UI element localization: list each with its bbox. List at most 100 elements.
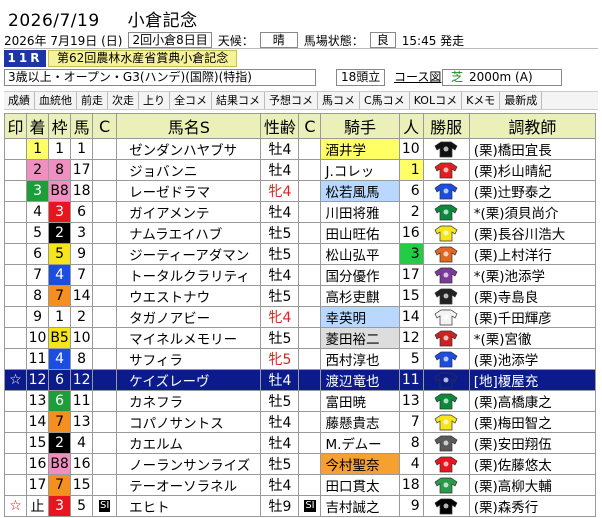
table-row[interactable]: 10 B5 10 マイネルメモリー 牡5 菱田裕二 12 *(栗)宮徹 <box>3 327 597 349</box>
trainer-name[interactable]: (栗)高橋康之 <box>468 390 597 412</box>
table-row[interactable]: 2 8 17 ジョバンニ 牡4 J.コレッ 1 (栗)杉山晴紀 <box>3 159 597 181</box>
table-row[interactable]: 17 7 15 テーオーソラネル 牡4 田口貫太 18 (栗)高柳大輔 <box>3 474 597 496</box>
jockey-name[interactable]: 松山弘平 <box>320 243 400 265</box>
tab-12[interactable]: 最新成 <box>500 92 543 109</box>
trainer-name[interactable]: (栗)佐藤悠太 <box>468 453 597 475</box>
trainer-name[interactable]: *(栗)宮徹 <box>468 327 597 349</box>
table-row[interactable]: 13 6 11 カネフラ 牡5 富田暁 13 (栗)高橋康之 <box>3 390 597 412</box>
jockey-name[interactable]: 松若風馬 <box>320 180 400 202</box>
tab-10[interactable]: KOLコメ <box>410 92 463 109</box>
col-mark[interactable]: 印 <box>3 113 28 139</box>
table-row[interactable]: 3 B8 18 レーゼドラマ 牝4 松若風馬 6 (栗)辻野泰之 <box>3 180 597 202</box>
jockey-name[interactable]: 国分優作 <box>320 264 400 286</box>
trainer-name[interactable]: (栗)杉山晴紀 <box>468 159 597 181</box>
horse-name[interactable]: コパノサントス <box>116 411 262 433</box>
jockey-name[interactable]: 菱田裕二 <box>320 327 400 349</box>
col-jockey[interactable]: 騎手 <box>320 113 400 139</box>
table-row[interactable]: 7 4 7 トータルクラリティ 牡4 国分優作 17 *(栗)池添学 <box>3 264 597 286</box>
horse-name[interactable]: ジーティーアダマン <box>116 243 262 265</box>
horse-name[interactable]: カネフラ <box>116 390 262 412</box>
jockey-name[interactable]: 吉村誠之 <box>320 495 400 517</box>
course-map-link[interactable]: コース図 <box>394 69 441 86</box>
col-finish[interactable]: 着 <box>26 113 50 139</box>
tab-1[interactable]: 血統他 <box>35 92 77 109</box>
tab-2[interactable]: 前走 <box>77 92 108 109</box>
table-row[interactable]: 14 7 13 コパノサントス 牡4 藤懸貴志 7 (栗)梅田智之 <box>3 411 597 433</box>
horse-name[interactable]: ウエストナウ <box>116 285 262 307</box>
horse-name[interactable]: サフィラ <box>116 348 262 370</box>
trainer-name[interactable]: (栗)千田輝彦 <box>468 306 597 328</box>
col-c1[interactable]: C <box>92 113 118 139</box>
tab-11[interactable]: Kメモ <box>462 92 501 109</box>
horse-name[interactable]: レーゼドラマ <box>116 180 262 202</box>
table-row[interactable]: 8 7 14 ウエストナウ 牡5 高杉吏麒 15 (栗)寺島良 <box>3 285 597 307</box>
horse-name[interactable]: エヒト <box>116 495 262 517</box>
col-sexage[interactable]: 性齢 <box>260 113 300 139</box>
horse-name[interactable]: ゼンダンハヤブサ <box>116 138 262 160</box>
col-horse[interactable]: 馬名S <box>116 113 262 139</box>
table-row[interactable]: 15 2 4 カエルム 牡4 M.デムー 8 (栗)安田翔伍 <box>3 432 597 454</box>
jockey-name[interactable]: 田山旺佑 <box>320 222 400 244</box>
trainer-name[interactable]: (栗)長谷川浩大 <box>468 222 597 244</box>
trainer-name[interactable]: *(栗)須貝尚介 <box>468 201 597 223</box>
trainer-name[interactable]: (栗)辻野泰之 <box>468 180 597 202</box>
jockey-name[interactable]: M.デムー <box>320 432 400 454</box>
table-row[interactable]: 5 2 3 ナムラエイハブ 牡5 田山旺佑 16 (栗)長谷川浩大 <box>3 222 597 244</box>
trainer-name[interactable]: (栗)森秀行 <box>468 495 597 517</box>
tab-0[interactable]: 成績 <box>4 92 35 109</box>
jockey-name[interactable]: 酒井学 <box>320 138 400 160</box>
table-row[interactable]: 1 1 1 ゼンダンハヤブサ 牡4 酒井学 10 (栗)橋田宜長 <box>3 138 597 160</box>
jockey-name[interactable]: 川田将雅 <box>320 201 400 223</box>
trainer-name[interactable]: (栗)梅田智之 <box>468 411 597 433</box>
trainer-name[interactable]: (栗)安田翔伍 <box>468 432 597 454</box>
jockey-name[interactable]: 富田暁 <box>320 390 400 412</box>
horse-name[interactable]: トータルクラリティ <box>116 264 262 286</box>
horse-name[interactable]: ナムラエイハブ <box>116 222 262 244</box>
table-row[interactable]: 16 B8 16 ノーランサンライズ 牡5 今村聖奈 4 (栗)佐藤悠太 <box>3 453 597 475</box>
table-row[interactable]: 9 1 2 タガノアビー 牝4 幸英明 14 (栗)千田輝彦 <box>3 306 597 328</box>
col-silks[interactable]: 勝服 <box>422 113 470 139</box>
col-waku[interactable]: 枠 <box>48 113 72 139</box>
trainer-name[interactable]: (栗)寺島良 <box>468 285 597 307</box>
jockey-name[interactable]: 田口貫太 <box>320 474 400 496</box>
trainer-name[interactable]: [地]榎屋充 <box>468 369 597 391</box>
jockey-name[interactable]: J.コレッ <box>320 159 400 181</box>
tab-3[interactable]: 次走 <box>108 92 139 109</box>
tab-6[interactable]: 結果コメ <box>212 92 265 109</box>
jockey-name[interactable]: 高杉吏麒 <box>320 285 400 307</box>
horse-name[interactable]: ガイアメンテ <box>116 201 262 223</box>
tab-5[interactable]: 全コメ <box>170 92 212 109</box>
jockey-name[interactable]: 西村淳也 <box>320 348 400 370</box>
trainer-name[interactable]: (栗)池添学 <box>468 348 597 370</box>
horse-name[interactable]: カエルム <box>116 432 262 454</box>
table-row[interactable]: ☆ 止 3 5 SI エヒト 牡9 SI 吉村誠之 9 (栗)森秀行 <box>3 495 597 517</box>
horse-name[interactable]: ジョバンニ <box>116 159 262 181</box>
tab-4[interactable]: 上り <box>139 92 170 109</box>
col-trainer[interactable]: 調教師 <box>468 113 597 139</box>
col-c2[interactable]: C <box>298 113 322 139</box>
horse-name[interactable]: ノーランサンライズ <box>116 453 262 475</box>
tab-8[interactable]: 馬コメ <box>318 92 360 109</box>
silks-cell <box>422 411 470 433</box>
table-row[interactable]: 4 3 6 ガイアメンテ 牡4 川田将雅 2 *(栗)須貝尚介 <box>3 201 597 223</box>
jockey-name[interactable]: 今村聖奈 <box>320 453 400 475</box>
c1-cell <box>92 159 118 181</box>
trainer-name[interactable]: (栗)上村洋行 <box>468 243 597 265</box>
jockey-name[interactable]: 幸英明 <box>320 306 400 328</box>
horse-name[interactable]: テーオーソラネル <box>116 474 262 496</box>
jockey-name[interactable]: 藤懸貴志 <box>320 411 400 433</box>
trainer-name[interactable]: *(栗)池添学 <box>468 264 597 286</box>
jockey-name[interactable]: 渡辺竜也 <box>320 369 400 391</box>
horse-name[interactable]: ケイズレーヴ <box>116 369 262 391</box>
trainer-name[interactable]: (栗)橋田宜長 <box>468 138 597 160</box>
tab-7[interactable]: 予想コメ <box>265 92 318 109</box>
horse-name[interactable]: タガノアビー <box>116 306 262 328</box>
tab-9[interactable]: C馬コメ <box>360 92 410 109</box>
table-row[interactable]: 11 4 8 サフィラ 牝5 西村淳也 5 (栗)池添学 <box>3 348 597 370</box>
trainer-name[interactable]: (栗)高柳大輔 <box>468 474 597 496</box>
table-row[interactable]: 6 5 9 ジーティーアダマン 牡5 松山弘平 3 (栗)上村洋行 <box>3 243 597 265</box>
col-umaban[interactable]: 馬 <box>70 113 94 139</box>
table-row[interactable]: ☆ 12 6 12 ケイズレーヴ 牡4 渡辺竜也 11 [地]榎屋充 <box>3 369 597 391</box>
col-ninki[interactable]: 人 <box>398 113 424 139</box>
horse-name[interactable]: マイネルメモリー <box>116 327 262 349</box>
